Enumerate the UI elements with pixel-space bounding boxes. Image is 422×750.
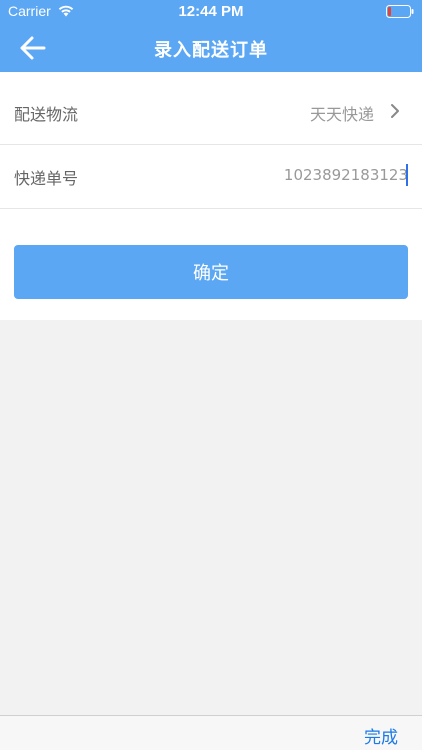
battery-icon bbox=[386, 5, 414, 18]
tracking-row: 快递单号 bbox=[0, 146, 422, 209]
tracking-number-input[interactable] bbox=[228, 162, 408, 188]
logistics-label: 配送物流 bbox=[14, 105, 79, 124]
screen: Carrier 12:44 PM 录入配送订单 配送物流 天天快递 快递单号 1… bbox=[0, 0, 422, 750]
tracking-label: 快递单号 bbox=[14, 169, 79, 188]
status-bar: Carrier 12:44 PM bbox=[0, 0, 422, 24]
logistics-row[interactable]: 配送物流 天天快递 bbox=[0, 82, 422, 145]
keyboard-accessory-bar: 完成 bbox=[0, 715, 422, 750]
form-panel: 配送物流 天天快递 快递单号 确定 bbox=[0, 72, 422, 320]
top-bar: Carrier 12:44 PM 录入配送订单 bbox=[0, 0, 422, 72]
done-button[interactable]: 完成 bbox=[364, 723, 398, 748]
status-time: 12:44 PM bbox=[178, 3, 244, 20]
page-title: 录入配送订单 bbox=[154, 40, 268, 61]
nav-bar: 录入配送订单 bbox=[0, 24, 422, 72]
logistics-value: 天天快递 bbox=[309, 105, 374, 124]
chevron-right-icon bbox=[391, 104, 399, 118]
text-cursor bbox=[406, 164, 408, 186]
confirm-button[interactable]: 确定 bbox=[14, 245, 408, 299]
